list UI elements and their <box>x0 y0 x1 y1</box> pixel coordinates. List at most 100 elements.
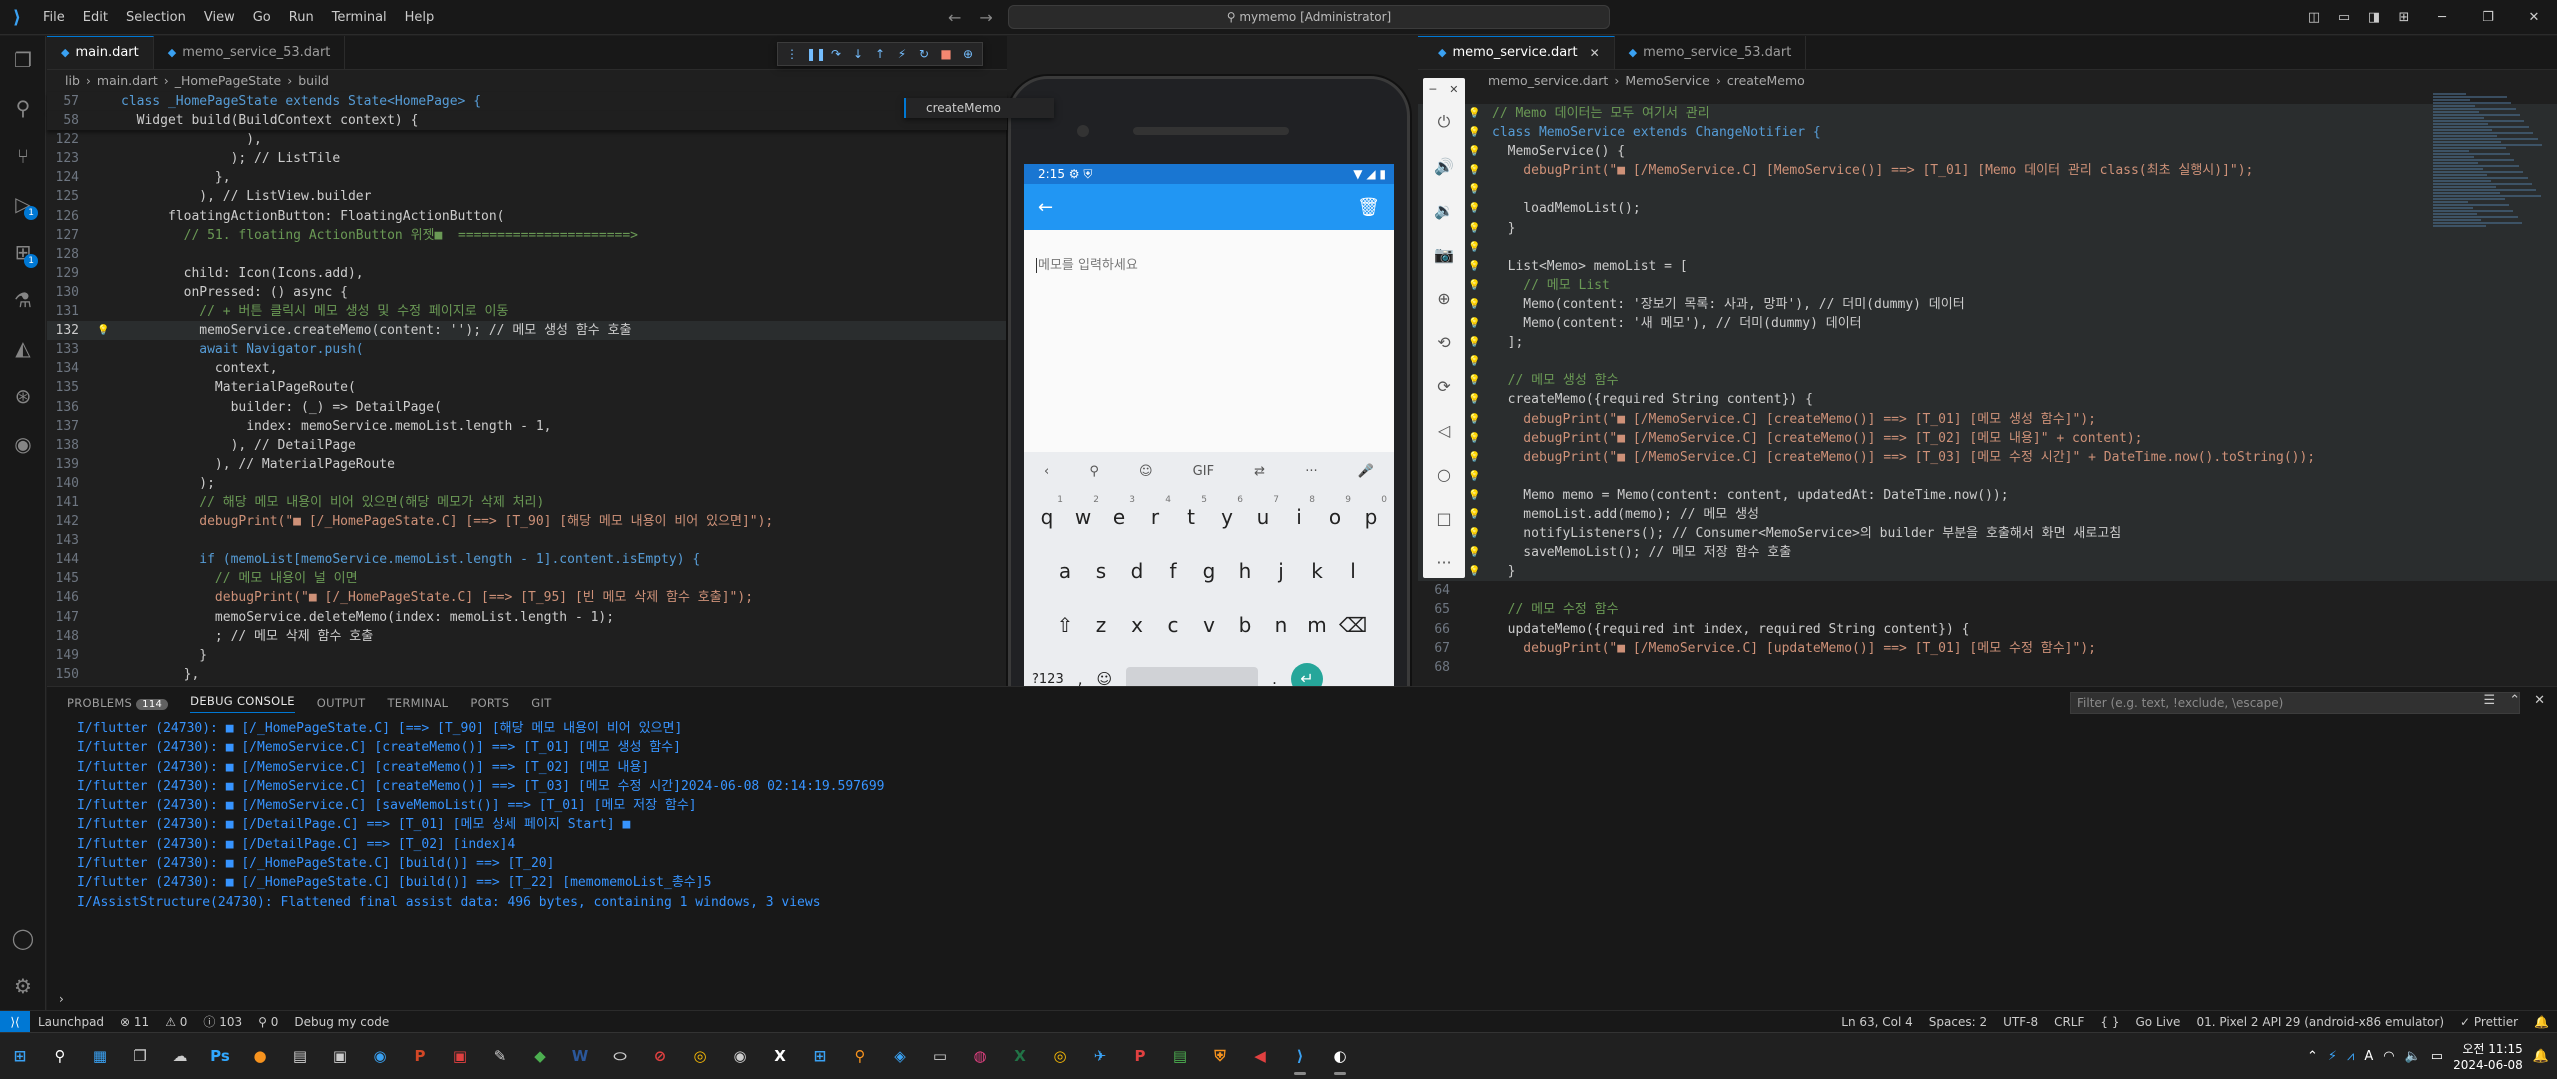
brave-icon[interactable]: ⛨ <box>1200 1036 1240 1076</box>
more-icon[interactable]: ··· <box>1305 464 1317 479</box>
key-b[interactable]: b <box>1227 613 1263 637</box>
code-line[interactable]: 💡 <box>1418 466 2557 486</box>
code-line[interactable]: 145 // 메모 내용이 널 이면 <box>47 569 1007 588</box>
menu-edit[interactable]: Edit <box>74 0 117 35</box>
code-line[interactable]: 125 ), // ListView.builder <box>47 187 1007 206</box>
code-line[interactable]: 140 ); <box>47 474 1007 493</box>
code-line[interactable]: 133 await Navigator.push( <box>47 340 1007 359</box>
code-line[interactable]: 128 <box>47 245 1007 264</box>
step-over-icon[interactable]: ↷ <box>828 47 844 61</box>
code-line[interactable]: 💡 // 메모 List <box>1418 275 2557 295</box>
breadcrumb-item[interactable]: build <box>298 70 329 92</box>
key-v[interactable]: v <box>1191 613 1227 637</box>
maximize-panel-icon[interactable]: ⌃ <box>2509 693 2520 708</box>
search-icon[interactable]: ⚲ <box>1089 464 1099 479</box>
key-l[interactable]: l <box>1335 559 1371 583</box>
encoding[interactable]: UTF-8 <box>1995 1015 2046 1029</box>
code-line[interactable]: 💡 debugPrint("■ [/MemoService.C] [create… <box>1418 409 2557 429</box>
code-line[interactable]: 122 ), <box>47 130 1007 149</box>
sticky-scroll-line[interactable]: 57 class _HomePageState extends State<Hom… <box>47 92 1007 112</box>
explorer-icon[interactable]: ❐ <box>0 36 46 84</box>
camera-icon[interactable]: 📷 <box>1423 232 1465 276</box>
code-line[interactable]: 💡 createMemo({required String content}) … <box>1418 390 2557 410</box>
warnings-count[interactable]: ⚠ 0 <box>157 1015 195 1029</box>
code-line[interactable]: 💡 } <box>1418 218 2557 238</box>
edit-icon[interactable]: ✎ <box>480 1036 520 1076</box>
code-line[interactable]: 💡 <box>1418 352 2557 372</box>
tab-main-dart[interactable]: ◆ main.dart <box>47 36 154 69</box>
forward-arrow-icon[interactable]: → <box>979 8 992 27</box>
find-widget[interactable]: createMemo <box>904 98 1054 118</box>
breadcrumb-item[interactable]: createMemo <box>1727 70 1805 92</box>
info-count[interactable]: ⓘ 103 <box>195 1013 250 1030</box>
tab-output[interactable]: OUTPUT <box>317 696 366 710</box>
launchpad-item[interactable]: Launchpad <box>30 1015 112 1029</box>
code-line[interactable]: 139 ), // MaterialPageRoute <box>47 455 1007 474</box>
code-line[interactable]: 66 updateMemo({required int index, requi… <box>1418 620 2557 639</box>
code-line[interactable]: 149 } <box>47 646 1007 665</box>
database-icon[interactable]: ▤ <box>280 1036 320 1076</box>
maximize-button[interactable]: ❐ <box>2465 10 2511 25</box>
battery-tray-icon[interactable]: ▭ <box>2431 1049 2443 1064</box>
minimize-button[interactable]: ─ <box>2419 10 2465 25</box>
step-out-icon[interactable]: ↑ <box>872 47 888 61</box>
volume-tray-icon[interactable]: 🔈 <box>2405 1049 2421 1064</box>
translate-icon[interactable]: ⇄ <box>1254 464 1265 479</box>
notifications-bell-icon[interactable]: 🔔 <box>2526 1015 2557 1029</box>
language-indicator[interactable]: A <box>2364 1049 2373 1064</box>
terminal-icon[interactable]: ▭ <box>920 1036 960 1076</box>
key-p[interactable]: 0p <box>1353 495 1389 529</box>
code-line[interactable]: 💡 Memo memo = Memo(content: content, upd… <box>1418 485 2557 505</box>
tab-problems[interactable]: PROBLEMS 114 <box>67 696 169 710</box>
rotate-left-icon[interactable]: ⟲ <box>1423 320 1465 364</box>
step-into-icon[interactable]: ↓ <box>850 47 866 61</box>
code-line[interactable]: 💡 debugPrint("■ [/MemoService.C] [create… <box>1418 428 2557 448</box>
volume-up-icon[interactable]: 🔊 <box>1423 144 1465 188</box>
code-line[interactable]: 💡 class MemoService extends ChangeNotifie… <box>1418 123 2557 143</box>
maps-icon[interactable]: ◉ <box>360 1036 400 1076</box>
key-r[interactable]: 4r <box>1137 495 1173 529</box>
flutter-icon[interactable]: ◭ <box>0 324 46 372</box>
photoshop-icon[interactable]: Ps <box>200 1036 240 1076</box>
symbols-key[interactable]: ?123 <box>1032 672 1064 687</box>
chevron-left-icon[interactable]: ‹ <box>1044 464 1049 479</box>
extensions-icon[interactable]: ⊞ 1 <box>0 228 46 276</box>
key-x[interactable]: x <box>1119 613 1155 637</box>
code-line[interactable]: 💡 notifyListeners(); // Consumer<MemoSer… <box>1418 524 2557 544</box>
delete-trash-icon[interactable]: 🗑 <box>1357 197 1380 218</box>
powerpoint-icon[interactable]: P <box>400 1036 440 1076</box>
pause-icon[interactable]: ❚❚ <box>806 47 826 61</box>
key-q[interactable]: 1q <box>1029 495 1065 529</box>
code-line[interactable]: 67 debugPrint("■ [/MemoService.C] [updat… <box>1418 639 2557 658</box>
account-icon[interactable]: ◯ <box>0 914 46 962</box>
prettier-status[interactable]: ✓ Prettier <box>2452 1015 2526 1029</box>
close-tab-icon[interactable]: ✕ <box>1590 36 1600 70</box>
menu-file[interactable]: File <box>34 0 74 35</box>
key-s[interactable]: s <box>1083 559 1119 583</box>
debug-console-output[interactable]: I/flutter (24730): ■ [/_HomePageState.C]… <box>47 719 2557 912</box>
console-filter-input[interactable]: Filter (e.g. text, !exclude, \escape) <box>2070 692 2520 714</box>
clock[interactable]: 오전 11:15 2024-06-08 <box>2453 1041 2523 1073</box>
code-line[interactable]: 138 ), // DetailPage <box>47 436 1007 455</box>
code-line[interactable]: 65 // 메모 수정 함수 <box>1418 600 2557 619</box>
memo-text-field[interactable]: 메모를 입력하세요 <box>1024 230 1394 297</box>
breadcrumb-item[interactable]: memo_service.dart <box>1488 70 1608 92</box>
breadcrumb-item[interactable]: lib <box>65 70 80 92</box>
excel-icon[interactable]: X <box>1000 1036 1040 1076</box>
more-options-icon[interactable]: ··· <box>1423 540 1465 584</box>
code-line[interactable]: 132 💡 memoService.createMemo(content: '')… <box>47 321 1007 341</box>
code-line[interactable]: 💡 loadMemoList(); <box>1418 199 2557 219</box>
code-line[interactable]: 137 index: memoService.memoList.length -… <box>47 417 1007 436</box>
breadcrumb-item[interactable]: MemoService <box>1625 70 1710 92</box>
go-live-button[interactable]: Go Live <box>2127 1015 2188 1029</box>
drag-handle-icon[interactable]: ⋮ <box>784 47 800 61</box>
key-a[interactable]: a <box>1047 559 1083 583</box>
code-line[interactable]: 147 memoService.deleteMemo(index: memoLi… <box>47 608 1007 627</box>
emu-close-icon[interactable]: ✕ <box>1449 83 1458 96</box>
breadcrumb-item[interactable]: main.dart <box>97 70 158 92</box>
key-d[interactable]: d <box>1119 559 1155 583</box>
menu-selection[interactable]: Selection <box>117 0 195 35</box>
notepad-icon[interactable]: ▤ <box>1160 1036 1200 1076</box>
wifi-tray-icon[interactable]: ◠ <box>2383 1049 2394 1064</box>
key-o[interactable]: 9o <box>1317 495 1353 529</box>
